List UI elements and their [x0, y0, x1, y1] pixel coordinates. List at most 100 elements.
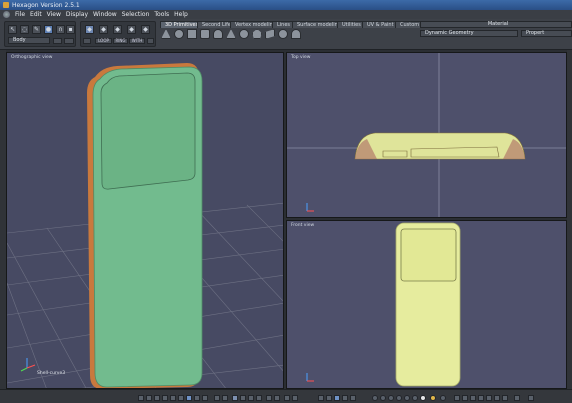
layout-four-icon[interactable] [202, 395, 208, 401]
layout-vertical-icon[interactable] [170, 395, 176, 401]
cube-object-icon[interactable]: ◆ [127, 25, 136, 34]
view-snap-icon[interactable] [222, 395, 228, 401]
dynamic-geometry-dropdown[interactable]: Dynamic Geometry [420, 30, 518, 37]
with-button[interactable]: WITH [129, 38, 145, 44]
view-front-icon[interactable] [248, 395, 254, 401]
component-toggle-icon[interactable] [83, 38, 91, 44]
layout-quad-icon[interactable] [154, 395, 160, 401]
zoom-fit-icon[interactable] [266, 395, 272, 401]
zoom-camera-icon[interactable] [342, 395, 348, 401]
front-viewport-label: Front view [291, 223, 315, 228]
shading-smooth-icon[interactable] [388, 395, 394, 401]
menu-help[interactable]: Help [174, 11, 188, 18]
render-region-icon[interactable] [462, 395, 468, 401]
perspective-viewport-label: Orthographic view [11, 55, 53, 60]
axis-toggle-icon[interactable] [494, 395, 500, 401]
cylinder-primitive-icon[interactable] [200, 29, 210, 39]
capsule-primitive-icon[interactable] [213, 29, 223, 39]
top-viewport[interactable]: Top view [286, 52, 567, 218]
view-perspective-icon[interactable] [232, 395, 238, 401]
small-toggle-a[interactable] [53, 38, 62, 44]
app-icon [3, 2, 9, 8]
cube-edge-icon[interactable]: ◆ [99, 25, 108, 34]
camera-icon[interactable] [528, 395, 534, 401]
snapshot-icon[interactable] [514, 395, 520, 401]
object-name-label: Shell-curve3 [37, 371, 66, 376]
cube-primitive-icon[interactable] [187, 29, 197, 39]
menu-display[interactable]: Display [66, 11, 88, 18]
frame-icon[interactable] [284, 395, 290, 401]
hexagon-app: Hexagon Version 2.5.1 File Edit View Dis… [0, 0, 572, 403]
menu-tools[interactable]: Tools [154, 11, 169, 18]
app-logo-icon[interactable] [3, 11, 10, 18]
menu-selection[interactable]: Selection [122, 11, 150, 18]
component-tools-group: ◆ ◆ ◆ ◆ ◆ LOOP RING WITH [80, 21, 156, 47]
layout-active-icon[interactable] [186, 395, 192, 401]
menu-bar: File Edit View Display Window Selection … [0, 10, 572, 19]
geosphere-primitive-icon[interactable] [252, 29, 262, 39]
ring-button[interactable]: RING [113, 38, 128, 44]
menu-view[interactable]: View [47, 11, 61, 18]
shading-lit-icon[interactable] [404, 395, 410, 401]
shadow-icon[interactable] [440, 395, 446, 401]
paint-select-icon[interactable]: ✎ [32, 25, 41, 34]
tab-uv-paint[interactable]: UV & Paint [362, 21, 399, 28]
small-toggle-b[interactable] [64, 38, 74, 44]
cube-vertex-icon[interactable]: ◆ [85, 25, 94, 34]
shading-flat-icon[interactable] [380, 395, 386, 401]
hud-toggle-icon[interactable] [502, 395, 508, 401]
grid-toggle-icon[interactable] [486, 395, 492, 401]
shading-wire-icon[interactable] [372, 395, 378, 401]
options-icon[interactable] [147, 38, 154, 44]
view-side-icon[interactable] [256, 395, 262, 401]
menu-window[interactable]: Window [93, 11, 117, 18]
front-scene [306, 222, 461, 387]
view-top-icon[interactable] [240, 395, 246, 401]
layout-custom-icon[interactable] [194, 395, 200, 401]
loop-button[interactable]: LOOP [95, 38, 112, 44]
layout-single-icon[interactable] [138, 395, 144, 401]
cube-auto-icon[interactable]: ◆ [141, 25, 150, 34]
cone-primitive-icon[interactable] [226, 29, 236, 39]
render-settings-icon[interactable] [470, 395, 476, 401]
menu-edit[interactable]: Edit [30, 11, 42, 18]
plane-primitive-icon[interactable] [161, 29, 171, 39]
selection-tools-group: ↖ ◌ ✎ ● ∩ ▪ Body [4, 21, 76, 47]
menu-file[interactable]: File [15, 11, 25, 18]
properties-panel-tab[interactable]: Propert [521, 30, 572, 37]
torus-primitive-icon[interactable] [239, 29, 249, 39]
layout-horizontal-icon[interactable] [178, 395, 184, 401]
top-scene [287, 53, 566, 217]
center-icon[interactable] [292, 395, 298, 401]
sun-light-icon[interactable] [430, 395, 436, 401]
light-bulb-icon[interactable] [420, 395, 426, 401]
disc-primitive-icon[interactable] [265, 29, 275, 39]
rotate-camera-icon[interactable] [326, 395, 332, 401]
pan-camera-icon[interactable] [334, 395, 340, 401]
front-viewport[interactable]: Front view [286, 220, 567, 389]
sphere-select-icon[interactable]: ● [44, 25, 53, 34]
layout-split-icon[interactable] [146, 395, 152, 401]
spiral-primitive-icon[interactable] [278, 29, 288, 39]
zoom-selected-icon[interactable] [274, 395, 280, 401]
walk-camera-icon[interactable] [350, 395, 356, 401]
shading-texture-icon[interactable] [396, 395, 402, 401]
sphere-primitive-icon[interactable] [174, 29, 184, 39]
layout-three-icon[interactable] [162, 395, 168, 401]
perspective-scene [7, 63, 283, 388]
select-arrow-icon[interactable]: ↖ [8, 25, 17, 34]
shading-xray-icon[interactable] [412, 395, 418, 401]
view-grid-icon[interactable] [214, 395, 220, 401]
teapot-primitive-icon[interactable] [291, 29, 301, 39]
background-icon[interactable] [478, 395, 484, 401]
right-scrollbar[interactable] [567, 50, 572, 390]
material-panel-title[interactable]: Material [420, 21, 572, 28]
view-dropdown[interactable]: Body [8, 37, 50, 44]
perspective-viewport[interactable]: Orthographic view Shell-curve3 [6, 52, 284, 389]
move-camera-icon[interactable] [318, 395, 324, 401]
render-icon[interactable] [454, 395, 460, 401]
lock-icon[interactable]: ▪ [66, 25, 75, 34]
magnet-icon[interactable]: ∩ [56, 25, 65, 34]
lasso-icon[interactable]: ◌ [20, 25, 29, 34]
cube-face-icon[interactable]: ◆ [113, 25, 122, 34]
